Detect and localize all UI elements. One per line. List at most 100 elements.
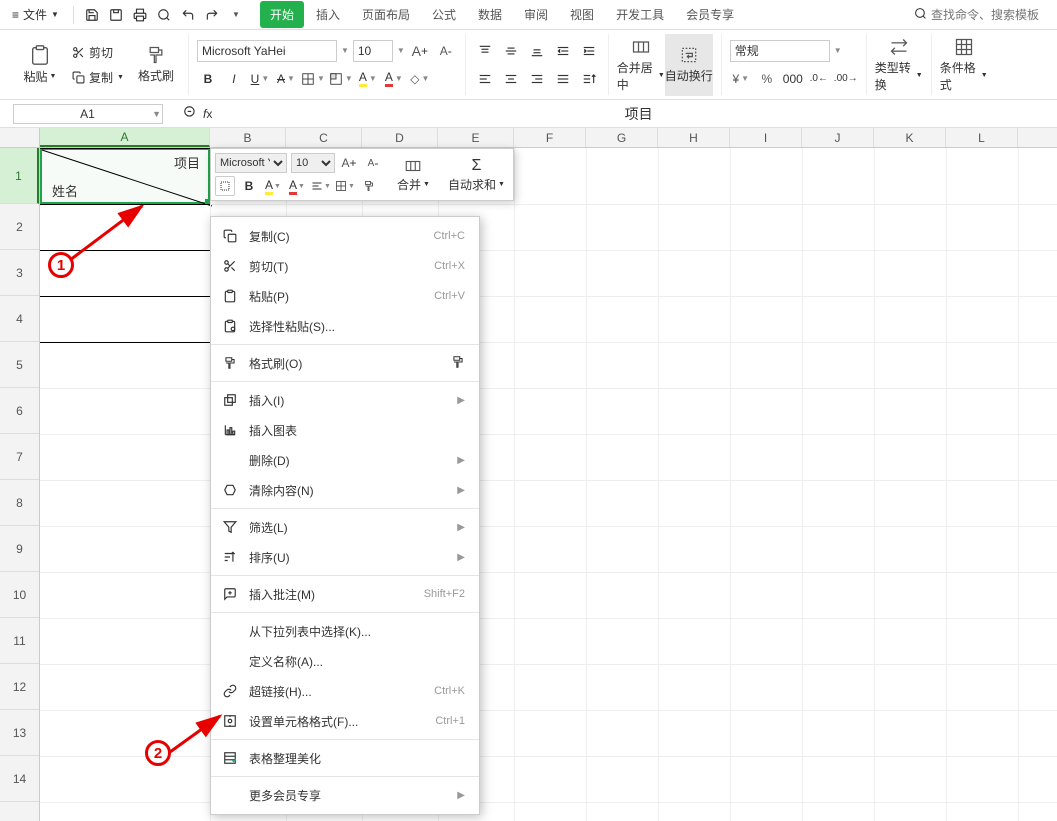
tab-data[interactable]: 数据 [468,1,512,28]
cell-style-icon[interactable]: ▼ [329,68,353,90]
menu-item-20[interactable]: 设置单元格格式(F)...Ctrl+1 [211,706,479,736]
number-format-combo[interactable] [730,40,830,62]
col-header-J[interactable]: J [802,128,874,147]
decrease-font-icon[interactable]: A- [435,40,457,62]
col-header-D[interactable]: D [362,128,438,147]
tab-review[interactable]: 审阅 [514,1,558,28]
justify-icon[interactable] [552,68,574,90]
clear-format-icon[interactable]: ◇▼ [409,68,431,90]
cut-button[interactable]: 剪切 [68,41,128,63]
borders-icon[interactable]: ▼ [301,68,325,90]
formula-value[interactable]: 项目 [220,104,1057,124]
italic-icon[interactable]: I [223,68,245,90]
row-header-8[interactable]: 8 [0,480,39,526]
bold-icon[interactable]: B [197,68,219,90]
file-menu-button[interactable]: ≡ 文件 ▼ [6,3,65,26]
menu-item-1[interactable]: 剪切(T)Ctrl+X [211,251,479,281]
fx-icon[interactable]: fx [203,107,212,121]
row-header-12[interactable]: 12 [0,664,39,710]
menu-item-5[interactable]: 格式刷(O) [211,348,479,378]
col-header-H[interactable]: H [658,128,730,147]
row-header-6[interactable]: 6 [0,388,39,434]
menu-item-13[interactable]: 排序(U)▶ [211,542,479,572]
align-center-icon[interactable] [500,68,522,90]
increase-decimal-icon[interactable]: .00→ [834,68,858,90]
menu-item-10[interactable]: 清除内容(N)▶ [211,475,479,505]
menu-item-9[interactable]: 删除(D)▶ [211,445,479,475]
align-middle-icon[interactable] [500,40,522,62]
row-header-3[interactable]: 3 [0,250,39,296]
decrease-decimal-icon[interactable]: .0← [808,68,830,90]
strikethrough-icon[interactable]: A▼ [275,68,297,90]
quick-dropdown[interactable]: ▼ [226,5,246,25]
mini-fill-color-icon[interactable]: A▼ [263,176,283,196]
redo-icon[interactable] [202,5,222,25]
wrap-text-button[interactable]: 自动换行 [665,34,713,96]
mini-decrease-font-icon[interactable]: A- [363,153,383,173]
decrease-indent-icon[interactable] [552,40,574,62]
tab-formula[interactable]: 公式 [422,1,466,28]
tab-home[interactable]: 开始 [260,1,304,28]
row-header-10[interactable]: 10 [0,572,39,618]
col-header-E[interactable]: E [438,128,514,147]
mini-bold-icon[interactable]: B [239,176,259,196]
mini-font-size[interactable]: 10 [291,153,335,173]
comma-icon[interactable]: 000 [782,68,804,90]
command-search-input[interactable] [931,8,1051,22]
row-header-1[interactable]: 1 [0,148,39,204]
tab-member[interactable]: 会员专享 [676,1,744,28]
mini-align-icon[interactable]: ▼ [311,176,331,196]
col-header-I[interactable]: I [730,128,802,147]
fill-color-icon[interactable]: A▼ [357,68,379,90]
type-convert-button[interactable]: 类型转换▼ [875,34,923,96]
increase-indent-icon[interactable] [578,40,600,62]
font-size-combo[interactable] [353,40,393,62]
row-header-2[interactable]: 2 [0,204,39,250]
align-top-icon[interactable] [474,40,496,62]
row-header-9[interactable]: 9 [0,526,39,572]
menu-item-24[interactable]: 更多会员专享▶ [211,780,479,810]
menu-item-19[interactable]: 超链接(H)...Ctrl+K [211,676,479,706]
row-header-5[interactable]: 5 [0,342,39,388]
mini-font-color-icon[interactable]: A▼ [287,176,307,196]
row-header-14[interactable]: 14 [0,756,39,802]
mini-increase-font-icon[interactable]: A+ [339,153,359,173]
col-header-B[interactable]: B [210,128,286,147]
mini-autosum-button[interactable]: Σ 自动求和▼ [444,153,509,196]
menu-item-0[interactable]: 复制(C)Ctrl+C [211,221,479,251]
orientation-icon[interactable] [578,68,600,90]
save-as-icon[interactable] [106,5,126,25]
align-right-icon[interactable] [526,68,548,90]
mini-wrap-icon[interactable] [215,176,235,196]
menu-item-12[interactable]: 筛选(L)▶ [211,512,479,542]
col-header-C[interactable]: C [286,128,362,147]
tab-insert[interactable]: 插入 [306,1,350,28]
percent-icon[interactable]: % [756,68,778,90]
mini-borders-icon[interactable]: ▼ [335,176,355,196]
menu-item-22[interactable]: 表格整理美化 [211,743,479,773]
menu-item-18[interactable]: 定义名称(A)... [211,646,479,676]
cells-area[interactable]: 项目 姓名 [40,148,1057,821]
col-header-L[interactable]: L [946,128,1018,147]
tab-view[interactable]: 视图 [560,1,604,28]
align-bottom-icon[interactable] [526,40,548,62]
row-header-4[interactable]: 4 [0,296,39,342]
print-preview-icon[interactable] [154,5,174,25]
row-header-13[interactable]: 13 [0,710,39,756]
col-header-K[interactable]: K [874,128,946,147]
font-name-combo[interactable] [197,40,337,62]
menu-item-17[interactable]: 从下拉列表中选择(K)... [211,616,479,646]
increase-font-icon[interactable]: A+ [409,40,431,62]
paste-button[interactable]: 粘贴▼ [16,34,64,96]
name-box[interactable]: ▼ [0,104,175,124]
chevron-down-icon[interactable]: ▼ [152,109,161,119]
col-header-G[interactable]: G [586,128,658,147]
print-icon[interactable] [130,5,150,25]
mini-font-name[interactable]: Microsoft YaHei [215,153,287,173]
currency-icon[interactable]: ¥▼ [730,68,752,90]
underline-icon[interactable]: U▼ [249,68,271,90]
menu-item-8[interactable]: 插入图表 [211,415,479,445]
col-header-F[interactable]: F [514,128,586,147]
tab-devtools[interactable]: 开发工具 [606,1,674,28]
font-color-icon[interactable]: A▼ [383,68,405,90]
